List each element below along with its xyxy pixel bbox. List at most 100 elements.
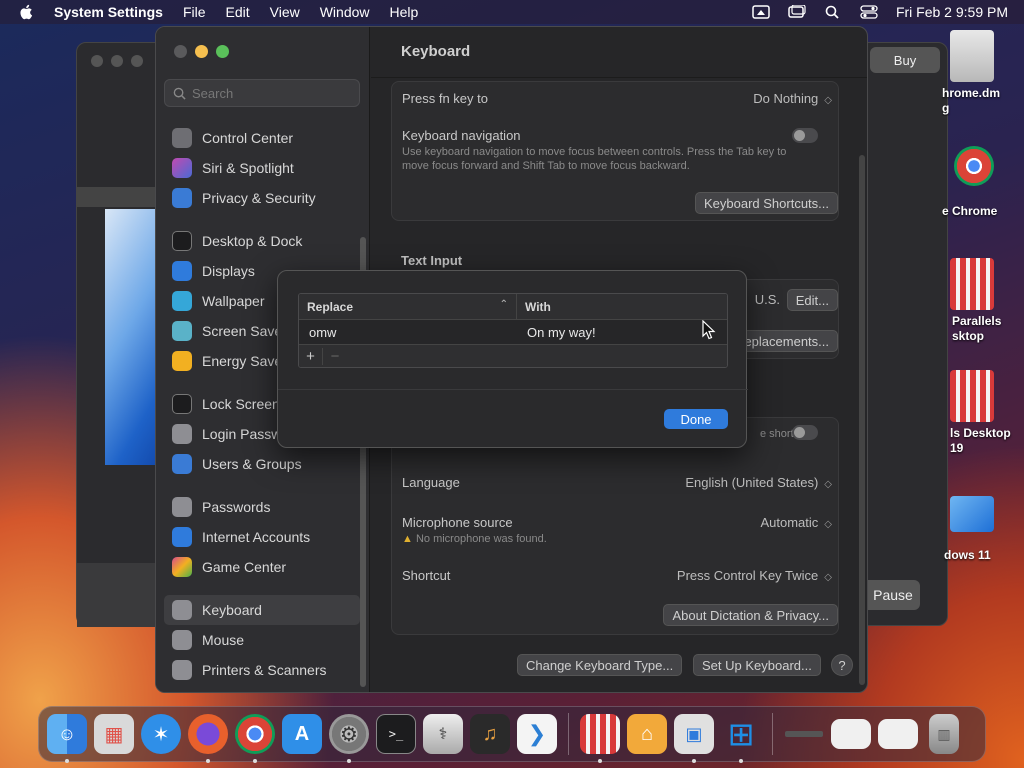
dock-firefox[interactable] (188, 714, 228, 763)
sidebar-item-label: Users & Groups (202, 456, 302, 472)
menu-help[interactable]: Help (390, 4, 419, 20)
column-header-with[interactable]: With (517, 300, 551, 314)
dock-disk-utility[interactable]: ⚕ (423, 714, 463, 754)
fn-key-select[interactable]: Do Nothing ◇ (753, 91, 832, 106)
background-window-controls (91, 55, 143, 67)
table-header: Replace ⌃ With (299, 294, 727, 320)
text-replacements-button[interactable]: eplacements... (735, 330, 838, 352)
dock-safari[interactable]: ✶ (141, 714, 181, 754)
input-sources-edit-button[interactable]: Edit... (786, 289, 838, 311)
menu-clock[interactable]: Fri Feb 2 9:59 PM (896, 4, 1008, 20)
sidebar-item-internet-accounts[interactable]: Internet Accounts (164, 522, 360, 552)
dock-icon (172, 231, 192, 251)
running-indicator (253, 759, 257, 763)
remove-button[interactable]: − (323, 348, 347, 365)
zoom-button[interactable] (216, 45, 229, 58)
keyboard-navigation-label: Keyboard navigation (402, 128, 521, 143)
sidebar-item-privacy-security[interactable]: Privacy & Security (164, 183, 360, 213)
help-button[interactable]: ? (831, 654, 853, 676)
desktop-icon-label: hrome.dm g (942, 86, 1001, 115)
dock-parallels-desktop[interactable]: ▣ (674, 714, 714, 763)
keyboard-shortcuts-button[interactable]: Keyboard Shortcuts... (694, 192, 838, 214)
sidebar-item-label: Mouse (202, 632, 245, 648)
shortcut-select[interactable]: Press Control Key Twice ◇ (677, 568, 832, 583)
sidebar-item-mouse[interactable]: Mouse (164, 625, 360, 655)
bulb-icon (172, 351, 192, 371)
with-cell[interactable]: On my way! (517, 325, 596, 340)
desktop-icon-chrome[interactable]: e Chrome (940, 146, 1024, 219)
dictation-toggle[interactable] (792, 425, 818, 440)
replace-cell[interactable]: omw (299, 325, 517, 340)
sort-chevron-icon: ⌃ (499, 298, 508, 310)
sidebar-search[interactable] (164, 79, 360, 107)
sidebar-item-label: Privacy & Security (202, 190, 316, 206)
control-center-icon (172, 128, 192, 148)
menu-view[interactable]: View (270, 4, 300, 20)
change-keyboard-type-button[interactable]: Change Keyboard Type... (517, 654, 683, 676)
sidebar-item-passwords[interactable]: Passwords (164, 492, 360, 522)
screen-saver-icon (172, 321, 192, 341)
search-input[interactable] (192, 85, 352, 101)
sidebar-item-keyboard[interactable]: Keyboard (164, 595, 360, 625)
menu-window[interactable]: Window (320, 4, 370, 20)
language-select[interactable]: English (United States) ◇ (685, 475, 832, 490)
add-button[interactable]: + (299, 347, 323, 365)
key-icon (172, 424, 192, 444)
sidebar-item-control-center[interactable]: Control Center (164, 123, 360, 153)
desktop-icon-windows-11[interactable]: dows 11 (940, 494, 1024, 563)
buy-button[interactable]: Buy (870, 47, 940, 73)
sidebar-item-desktop-dock[interactable]: Desktop & Dock (164, 226, 360, 256)
window-icon[interactable] (788, 5, 806, 19)
microphone-warning-text: No microphone was found. (415, 533, 547, 545)
chrome-icon (954, 146, 994, 186)
minimize-button[interactable] (195, 45, 208, 58)
dock-trash[interactable]: ▥ (929, 714, 959, 754)
menu-edit[interactable]: Edit (226, 4, 250, 20)
desktop-icon-parallels[interactable]: Parallels sktop (940, 258, 1024, 344)
keyboard-navigation-description: Use keyboard navigation to move focus be… (402, 146, 787, 172)
parallels-vm-icon: ▣ (685, 723, 703, 744)
apple-menu-icon[interactable] (18, 3, 36, 21)
dock-window-thumb-2[interactable] (831, 719, 871, 749)
sidebar-item-game-center[interactable]: Game Center (164, 552, 360, 582)
dock-garageband[interactable]: ♫ (470, 714, 510, 754)
dock-parallels[interactable] (580, 714, 620, 763)
dock-windows[interactable]: ⊞ (721, 714, 761, 763)
parallels-icon (950, 258, 994, 310)
dock-home[interactable]: ⌂ (627, 714, 667, 754)
dock-window-thumb-3[interactable] (878, 719, 918, 749)
menu-app-name[interactable]: System Settings (54, 4, 163, 20)
desktop-icon-parallels-desktop-19[interactable]: ls Desktop 19 (940, 370, 1024, 456)
desktop-icon-chrome-dmg[interactable]: hrome.dm g (940, 30, 1024, 116)
dock-vscode[interactable]: ❯ (517, 714, 557, 754)
done-button[interactable]: Done (664, 409, 728, 429)
sidebar-item-siri-spotlight[interactable]: Siri & Spotlight (164, 153, 360, 183)
screen-mirroring-icon[interactable] (752, 5, 770, 19)
dock-separator (772, 713, 773, 755)
sidebar-item-label: Passwords (202, 499, 271, 515)
about-dictation-button[interactable]: About Dictation & Privacy... (663, 604, 838, 626)
content-scrollbar[interactable] (859, 155, 865, 685)
dock-chrome[interactable] (235, 714, 275, 763)
disk-image-icon (950, 30, 994, 82)
dock-separator (568, 713, 569, 755)
dock-system-settings[interactable]: ⚙ (329, 714, 369, 763)
dock-app-store[interactable]: A (282, 714, 322, 754)
spotlight-search-icon[interactable] (824, 5, 842, 19)
keyboard-navigation-toggle[interactable] (792, 128, 818, 143)
dock-finder[interactable]: ☺ (47, 714, 87, 763)
dock-window-thumb-1[interactable] (784, 714, 824, 754)
fn-key-label: Press fn key to (402, 91, 488, 106)
dock-launchpad[interactable]: ▦ (94, 714, 134, 754)
sun-icon (172, 261, 192, 281)
column-header-replace[interactable]: Replace ⌃ (299, 294, 517, 320)
sidebar-item-printers-scanners[interactable]: Printers & Scanners (164, 655, 360, 685)
dock-terminal[interactable]: >_ (376, 714, 416, 754)
table-row[interactable]: omw On my way! (299, 320, 727, 344)
set-up-keyboard-button[interactable]: Set Up Keyboard... (693, 654, 821, 676)
microphone-select[interactable]: Automatic ◇ (760, 515, 832, 530)
control-center-icon[interactable] (860, 5, 878, 19)
sidebar-item-users-groups[interactable]: Users & Groups (164, 449, 360, 479)
close-button[interactable] (174, 45, 187, 58)
menu-file[interactable]: File (183, 4, 206, 20)
